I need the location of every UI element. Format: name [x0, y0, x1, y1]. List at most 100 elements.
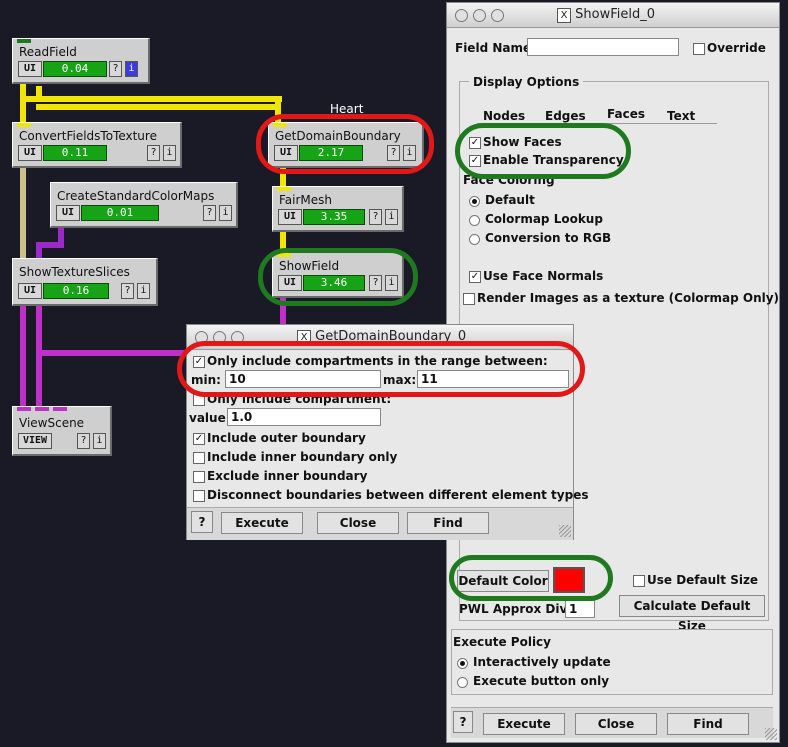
progress-time: 0.04: [43, 61, 107, 77]
ui-button[interactable]: UI: [18, 145, 42, 161]
input-port[interactable]: [277, 187, 291, 191]
include-outer-label: Include outer boundary: [207, 431, 366, 445]
module-viewscene[interactable]: ViewScene VIEW ? i: [12, 406, 112, 456]
module-title: ShowTextureSlices: [19, 265, 130, 279]
module-title: ViewScene: [19, 416, 85, 430]
ui-button[interactable]: UI: [56, 205, 80, 221]
info-button[interactable]: i: [93, 433, 106, 449]
help-button[interactable]: ?: [121, 283, 134, 299]
info-button[interactable]: i: [163, 145, 176, 161]
execute-button[interactable]: Execute: [221, 512, 303, 534]
override-label: Override: [707, 41, 766, 55]
include-inner-only-checkbox[interactable]: [193, 452, 205, 464]
coloring-radio-rgb[interactable]: [469, 234, 480, 245]
help-button[interactable]: ?: [453, 711, 473, 733]
module-title: ConvertFieldsToTexture: [19, 129, 157, 143]
info-button[interactable]: i: [219, 205, 232, 221]
module-fairmesh[interactable]: FairMesh UI 3.35 ? i: [272, 186, 404, 232]
coloring-option-label: Default: [485, 193, 535, 207]
close-button[interactable]: Close: [317, 512, 399, 534]
minimize-window-button[interactable]: [473, 9, 486, 22]
module-convertfieldstotexture[interactable]: ConvertFieldsToTexture UI 0.11 ? i: [12, 122, 182, 168]
wire: [20, 306, 26, 406]
view-button[interactable]: VIEW: [18, 433, 52, 449]
zoom-window-button[interactable]: [491, 9, 504, 22]
coloring-radio-default[interactable]: [469, 196, 480, 207]
info-button[interactable]: i: [137, 283, 150, 299]
tab-text[interactable]: Text: [667, 109, 695, 123]
wire: [20, 168, 26, 258]
input-port[interactable]: [17, 39, 31, 43]
help-button[interactable]: ?: [191, 511, 213, 533]
use-face-normals-checkbox[interactable]: ✓: [469, 271, 481, 283]
value-input[interactable]: 1.0: [227, 408, 381, 426]
module-title: FairMesh: [279, 193, 333, 207]
disconnect-label: Disconnect boundaries between different …: [207, 488, 589, 502]
pwl-approx-label: PWL Approx Div:: [459, 602, 573, 616]
policy-radio-interactive[interactable]: [457, 658, 468, 669]
find-button[interactable]: Find: [407, 512, 489, 534]
help-button[interactable]: ?: [109, 61, 122, 77]
wire: [36, 86, 42, 100]
window-title: X ShowField_0: [557, 7, 655, 23]
calculate-default-size-button[interactable]: Calculate Default Size: [619, 595, 765, 633]
coloring-option-label: Colormap Lookup: [485, 212, 603, 226]
help-button[interactable]: ?: [77, 433, 90, 449]
find-button[interactable]: Find: [667, 713, 749, 735]
progress-time: 0.11: [43, 145, 107, 161]
input-port[interactable]: [17, 123, 31, 127]
input-port[interactable]: [53, 407, 67, 411]
use-face-normals-label: Use Face Normals: [483, 269, 604, 283]
input-port[interactable]: [17, 407, 31, 411]
module-createstandardcolormaps[interactable]: CreateStandardColorMaps UI 0.01 ? i: [50, 182, 238, 228]
ui-button[interactable]: UI: [18, 61, 42, 77]
help-button[interactable]: ?: [369, 209, 382, 225]
input-port[interactable]: [35, 407, 49, 411]
close-button[interactable]: Close: [575, 713, 657, 735]
exclude-inner-checkbox[interactable]: [193, 471, 205, 483]
field-name-label: Field Name: [455, 41, 532, 55]
render-images-checkbox[interactable]: [463, 293, 475, 305]
coloring-radio-colormap[interactable]: [469, 215, 480, 226]
close-window-button[interactable]: [455, 9, 468, 22]
wire: [36, 306, 42, 406]
use-default-size-label: Use Default Size: [647, 573, 759, 587]
wire: [36, 104, 280, 110]
wire: [36, 350, 186, 356]
wire: [20, 96, 282, 102]
override-checkbox[interactable]: [693, 43, 705, 55]
module-showtextureslices[interactable]: ShowTextureSlices UI 0.16 ? i: [12, 258, 158, 306]
pwl-approx-input[interactable]: 1: [565, 600, 595, 618]
use-default-size-checkbox[interactable]: [633, 575, 645, 587]
field-name-input[interactable]: [527, 38, 679, 56]
resize-grip-icon[interactable]: [559, 525, 571, 537]
policy-option-label: Interactively update: [473, 655, 611, 669]
tab-faces[interactable]: Faces: [607, 107, 645, 121]
disconnect-checkbox[interactable]: [193, 490, 205, 502]
getdomainboundary-window[interactable]: X GetDomainBoundary_0 ✓ Only include com…: [177, 324, 588, 540]
help-button[interactable]: ?: [147, 145, 160, 161]
policy-radio-execute-only[interactable]: [457, 677, 468, 688]
include-outer-checkbox[interactable]: ✓: [193, 433, 205, 445]
tab-edges[interactable]: Edges: [545, 109, 586, 123]
resize-grip-icon[interactable]: [765, 728, 777, 740]
include-inner-only-label: Include inner boundary only: [207, 450, 398, 464]
title-bar[interactable]: X ShowField_0: [447, 3, 779, 28]
info-button[interactable]: i: [125, 61, 138, 77]
annotation-ring: [455, 123, 631, 179]
tab-nodes[interactable]: Nodes: [483, 109, 525, 123]
info-button[interactable]: i: [385, 209, 398, 225]
help-button[interactable]: ?: [203, 205, 216, 221]
module-title: ReadField: [19, 45, 77, 59]
annotation-ring: [449, 555, 613, 601]
module-readfield[interactable]: ReadField UI 0.04 ? i: [12, 38, 150, 84]
ui-button[interactable]: UI: [278, 209, 302, 225]
progress-time: 3.35: [303, 209, 365, 225]
coloring-option-label: Conversion to RGB: [485, 231, 612, 245]
render-images-label: Render Images as a texture (Colormap Onl…: [477, 291, 780, 305]
execute-button[interactable]: Execute: [483, 713, 565, 735]
annotation-ring: [177, 341, 585, 397]
progress-time: 0.16: [43, 283, 109, 299]
ui-button[interactable]: UI: [18, 283, 42, 299]
annotation-ring: [258, 248, 418, 306]
